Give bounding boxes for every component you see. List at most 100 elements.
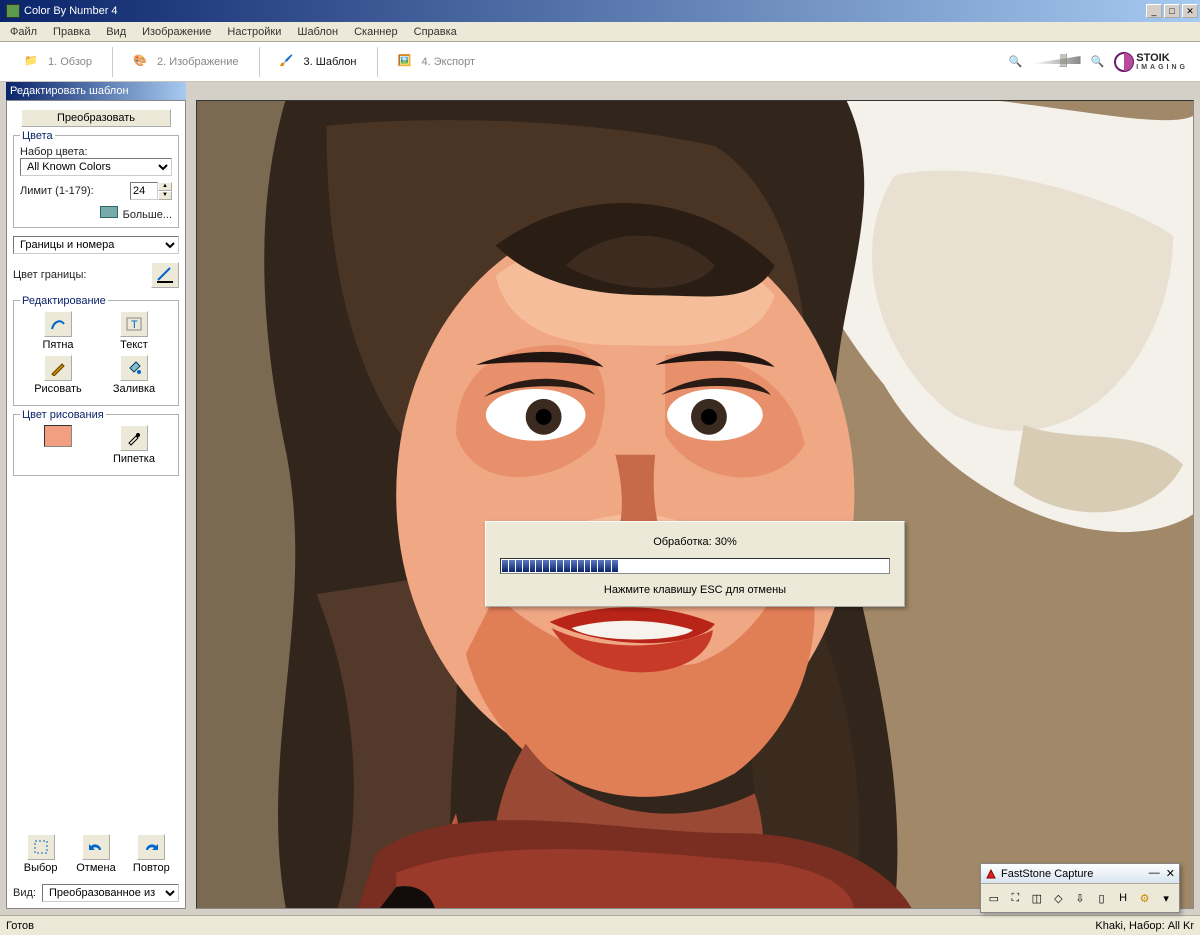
tab-label: 4. Экспорт bbox=[422, 56, 476, 68]
spots-icon bbox=[49, 316, 67, 332]
maximize-button[interactable]: □ bbox=[1164, 4, 1180, 18]
spin-down-icon[interactable]: ▼ bbox=[158, 191, 172, 200]
undo-label: Отмена bbox=[76, 862, 115, 874]
more-colors-link[interactable]: Больше... bbox=[20, 206, 172, 221]
limit-input[interactable] bbox=[130, 182, 158, 200]
logo-icon bbox=[1114, 52, 1134, 72]
redo-button[interactable] bbox=[137, 834, 165, 860]
capture-scroll-icon[interactable]: ⇩ bbox=[1072, 890, 1088, 906]
folder-icon: 📁 bbox=[24, 54, 42, 70]
spin-up-icon[interactable]: ▲ bbox=[158, 182, 172, 191]
palette-stack-icon bbox=[100, 206, 118, 218]
tab-label: 1. Обзор bbox=[48, 56, 92, 68]
posterized-image bbox=[197, 101, 1193, 908]
progress-dialog: Обработка: 30% Нажмите клавишу ESC для о… bbox=[485, 521, 905, 607]
zoom-slider[interactable] bbox=[1033, 56, 1081, 67]
spots-button[interactable] bbox=[44, 311, 72, 337]
view-select[interactable]: Преобразованное из bbox=[42, 884, 179, 902]
menu-settings[interactable]: Настройки bbox=[221, 24, 287, 40]
color-set-select[interactable]: All Known Colors bbox=[20, 158, 172, 176]
capture-fullscreen-icon[interactable]: ⛶ bbox=[1007, 890, 1023, 906]
menu-view[interactable]: Вид bbox=[100, 24, 132, 40]
svg-text:T: T bbox=[131, 319, 138, 331]
menu-bar: Файл Правка Вид Изображение Настройки Ша… bbox=[0, 22, 1200, 42]
select-button[interactable] bbox=[27, 834, 55, 860]
draw-button[interactable] bbox=[44, 355, 72, 381]
tab-overview[interactable]: 📁 1. Обзор bbox=[4, 42, 112, 81]
capture-freehand-icon[interactable]: ◇ bbox=[1050, 890, 1066, 906]
limit-label: Лимит (1-179): bbox=[20, 185, 94, 197]
eyedropper-icon bbox=[126, 430, 142, 446]
step-tabs: 📁 1. Обзор 🎨 2. Изображение 🖌️ 3. Шаблон… bbox=[0, 42, 1200, 82]
menu-file[interactable]: Файл bbox=[4, 24, 43, 40]
menu-image[interactable]: Изображение bbox=[136, 24, 217, 40]
fill-label: Заливка bbox=[113, 383, 155, 395]
app-icon bbox=[6, 4, 20, 18]
tab-export[interactable]: 🖼️ 4. Экспорт bbox=[378, 42, 496, 81]
capture-dropdown-icon[interactable]: ▾ bbox=[1158, 890, 1174, 906]
zoom-in-icon[interactable]: 🔍 bbox=[1091, 55, 1105, 68]
status-left: Готов bbox=[6, 920, 34, 932]
limit-spinner[interactable]: ▲▼ bbox=[130, 182, 172, 200]
draw-label: Рисовать bbox=[34, 383, 82, 395]
menu-edit[interactable]: Правка bbox=[47, 24, 96, 40]
colors-group: Цвета Набор цвета: All Known Colors Лими… bbox=[13, 135, 179, 228]
capture-window-icon[interactable]: ▭ bbox=[986, 890, 1002, 906]
undo-icon bbox=[87, 840, 105, 854]
capture-fixed-icon[interactable]: ▯ bbox=[1094, 890, 1110, 906]
zoom-out-icon[interactable]: 🔍 bbox=[1009, 55, 1023, 68]
text-button[interactable]: T bbox=[120, 311, 148, 337]
capture-output-icon[interactable]: H bbox=[1115, 890, 1131, 906]
app-title: Color By Number 4 bbox=[24, 5, 118, 17]
faststone-close-icon[interactable]: ✕ bbox=[1166, 867, 1175, 880]
close-button[interactable]: ✕ bbox=[1182, 4, 1198, 18]
color-set-label: Набор цвета: bbox=[20, 146, 172, 158]
pipette-label: Пипетка bbox=[113, 453, 155, 465]
sidebar-title: Редактировать шаблон bbox=[6, 82, 186, 100]
current-color-swatch[interactable] bbox=[44, 425, 72, 447]
transform-button[interactable]: Преобразовать bbox=[21, 109, 171, 127]
logo-text: STOIK bbox=[1136, 53, 1188, 64]
borders-select[interactable]: Границы и номера bbox=[13, 236, 179, 254]
capture-settings-icon[interactable]: ⚙ bbox=[1137, 890, 1153, 906]
logo-sub: IMAGING bbox=[1136, 64, 1188, 71]
pipette-button[interactable] bbox=[120, 425, 148, 451]
fill-button[interactable] bbox=[120, 355, 148, 381]
faststone-window[interactable]: FastStone Capture — ✕ ▭ ⛶ ◫ ◇ ⇩ ▯ H ⚙ ▾ bbox=[980, 863, 1180, 913]
editing-legend: Редактирование bbox=[20, 295, 108, 307]
line-color-icon bbox=[156, 266, 174, 284]
marquee-icon bbox=[33, 839, 49, 855]
faststone-icon bbox=[985, 868, 997, 880]
menu-scanner[interactable]: Сканнер bbox=[348, 24, 404, 40]
capture-region-icon[interactable]: ◫ bbox=[1029, 890, 1045, 906]
palette-icon: 🎨 bbox=[133, 54, 151, 70]
faststone-title: FastStone Capture bbox=[1001, 868, 1093, 880]
border-color-button[interactable] bbox=[151, 262, 179, 288]
minimize-button[interactable]: _ bbox=[1146, 4, 1162, 18]
window-titlebar: Color By Number 4 _ □ ✕ bbox=[0, 0, 1200, 22]
progress-bar bbox=[500, 558, 890, 574]
sidebar: Преобразовать Цвета Набор цвета: All Kno… bbox=[6, 100, 186, 909]
faststone-minimize-icon[interactable]: — bbox=[1149, 867, 1160, 880]
pencil-icon bbox=[50, 360, 66, 376]
canvas[interactable]: Обработка: 30% Нажмите клавишу ESC для о… bbox=[196, 100, 1194, 909]
tab-label: 2. Изображение bbox=[157, 56, 239, 68]
spots-label: Пятна bbox=[42, 339, 73, 351]
easel-icon: 🖼️ bbox=[398, 54, 416, 70]
editing-group: Редактирование Пятна T Текст Рисовать bbox=[13, 300, 179, 406]
progress-hint: Нажмите клавишу ESC для отмены bbox=[604, 584, 786, 596]
menu-help[interactable]: Справка bbox=[408, 24, 463, 40]
draw-color-legend: Цвет рисования bbox=[20, 409, 106, 421]
view-label: Вид: bbox=[13, 887, 36, 899]
brush-icon: 🖌️ bbox=[280, 54, 298, 70]
menu-template[interactable]: Шаблон bbox=[291, 24, 344, 40]
text-label: Текст bbox=[120, 339, 148, 351]
bucket-icon bbox=[126, 360, 142, 376]
tab-label: 3. Шаблон bbox=[304, 56, 357, 68]
tab-image[interactable]: 🎨 2. Изображение bbox=[113, 42, 259, 81]
select-label: Выбор bbox=[24, 862, 58, 874]
border-color-label: Цвет границы: bbox=[13, 269, 86, 281]
tab-template[interactable]: 🖌️ 3. Шаблон bbox=[260, 42, 377, 81]
undo-button[interactable] bbox=[82, 834, 110, 860]
draw-color-group: Цвет рисования Пипетка bbox=[13, 414, 179, 476]
